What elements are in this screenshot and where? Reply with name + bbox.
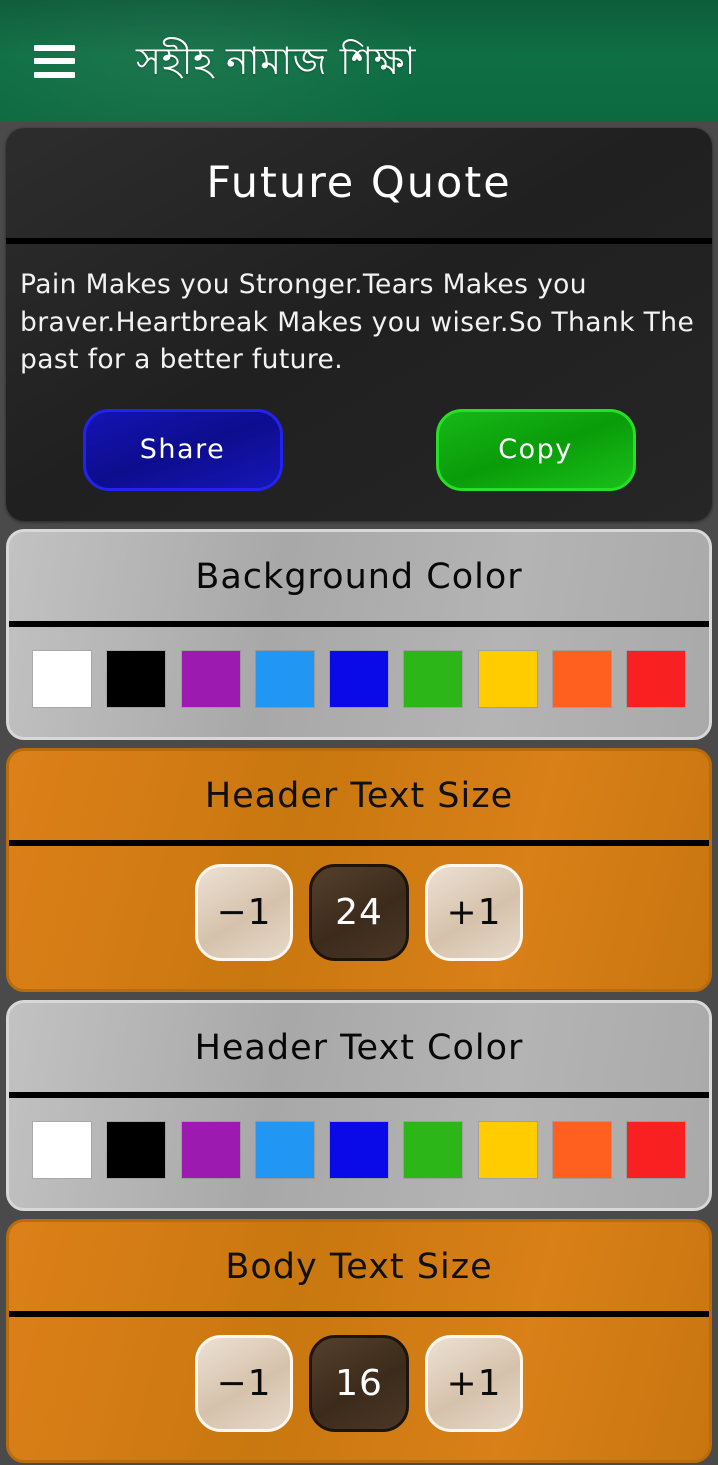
body-text-size-stepper: −1 16 +1 [9, 1317, 709, 1460]
quote-text: Pain Makes you Stronger.Tears Makes you … [20, 269, 695, 376]
color-swatch-white[interactable] [33, 1121, 91, 1178]
color-swatch-yellow[interactable] [478, 1121, 537, 1178]
header-text-size-stepper: −1 24 +1 [9, 846, 709, 989]
background-color-swatch-row [9, 627, 709, 737]
color-swatch-purple[interactable] [181, 1121, 240, 1178]
header-text-size-decrease-button[interactable]: −1 [195, 863, 293, 961]
color-swatch-blue[interactable] [330, 1121, 388, 1178]
body-text-size-panel: Body Text Size −1 16 +1 [6, 1218, 712, 1463]
hamburger-bar-2 [34, 58, 75, 64]
header-text-size-increase-button[interactable]: +1 [425, 863, 523, 961]
background-color-panel: Background Color [6, 528, 712, 740]
share-button[interactable]: Share [82, 408, 283, 491]
background-color-title: Background Color [195, 556, 523, 597]
hamburger-bar-1 [34, 44, 75, 51]
header-text-color-swatch-row [9, 1098, 709, 1208]
header-text-color-panel: Header Text Color [6, 999, 712, 1211]
color-swatch-purple[interactable] [181, 650, 240, 707]
header-text-size-panel: Header Text Size −1 24 +1 [6, 747, 712, 992]
color-swatch-red[interactable] [627, 650, 685, 707]
quote-card-title: Future Quote [206, 158, 512, 208]
header-text-size-value: 24 [309, 863, 409, 961]
body-text-size-decrease-button[interactable]: −1 [195, 1334, 293, 1432]
color-swatch-light-blue[interactable] [255, 650, 314, 707]
header-text-color-title: Header Text Color [194, 1027, 524, 1068]
color-swatch-orange[interactable] [552, 1121, 611, 1178]
color-swatch-red[interactable] [627, 1121, 685, 1178]
color-swatch-orange[interactable] [552, 650, 611, 707]
body-text-size-title: Body Text Size [225, 1246, 493, 1287]
color-swatch-blue[interactable] [330, 650, 388, 707]
color-swatch-black[interactable] [107, 650, 166, 707]
color-swatch-light-blue[interactable] [255, 1121, 314, 1178]
body-text-size-value: 16 [309, 1334, 409, 1432]
hamburger-bar-3 [34, 71, 75, 78]
hamburger-menu-icon[interactable] [34, 44, 75, 78]
app-title: সহীহ নামাজ শিক্ষা [136, 39, 417, 83]
color-swatch-black[interactable] [107, 1121, 166, 1178]
quote-action-row: Share Copy [6, 387, 712, 521]
quote-card: Future Quote Pain Makes you Stronger.Tea… [6, 128, 712, 521]
color-swatch-white[interactable] [33, 650, 91, 707]
copy-button[interactable]: Copy [435, 408, 636, 491]
color-swatch-green[interactable] [404, 650, 463, 707]
color-swatch-yellow[interactable] [478, 650, 537, 707]
body-text-size-increase-button[interactable]: +1 [425, 1334, 523, 1432]
app-bar: সহীহ নামাজ শিক্ষা [0, 0, 718, 122]
header-text-size-title: Header Text Size [204, 775, 514, 816]
color-swatch-green[interactable] [404, 1121, 463, 1178]
